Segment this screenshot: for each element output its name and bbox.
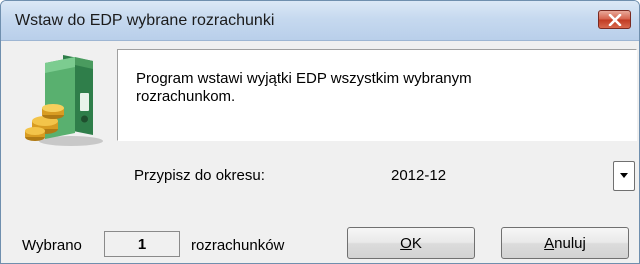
message-text: Program wstawi wyjątki EDP wszystkim wyb… [136,70,556,106]
ok-mnemonic: O [400,234,412,252]
period-label: Przypisz do okresu: [134,167,265,184]
selected-suffix-label: rozrachunków [191,237,285,254]
chevron-down-icon [620,173,628,178]
ok-button[interactable]: OK [347,227,475,259]
ok-label-rest: K [411,234,422,252]
close-icon [608,13,621,26]
cancel-mnemonic: A [544,234,555,252]
close-button[interactable] [598,10,631,29]
message-line-1: Program wstawi wyjątki EDP wszystkim wyb… [136,70,472,87]
period-dropdown-button[interactable] [613,161,635,191]
message-line-2: rozrachunkom. [136,88,236,105]
title-bar[interactable]: Wstaw do EDP wybrane rozrachunki [1,1,639,41]
selected-prefix-label: Wybrano [22,237,82,254]
window-title: Wstaw do EDP wybrane rozrachunki [15,12,275,29]
dialog-window: Wstaw do EDP wybrane rozrachunki Program… [0,0,640,264]
period-value[interactable]: 2012-12 [391,167,446,184]
selected-count: 1 [104,231,180,257]
ledger-binder-coins-icon [25,55,103,146]
cancel-button[interactable]: Anuluj [501,227,629,259]
message-box: Program wstawi wyjątki EDP wszystkim wyb… [117,49,637,141]
cancel-label-rest: nuluj [554,234,586,252]
